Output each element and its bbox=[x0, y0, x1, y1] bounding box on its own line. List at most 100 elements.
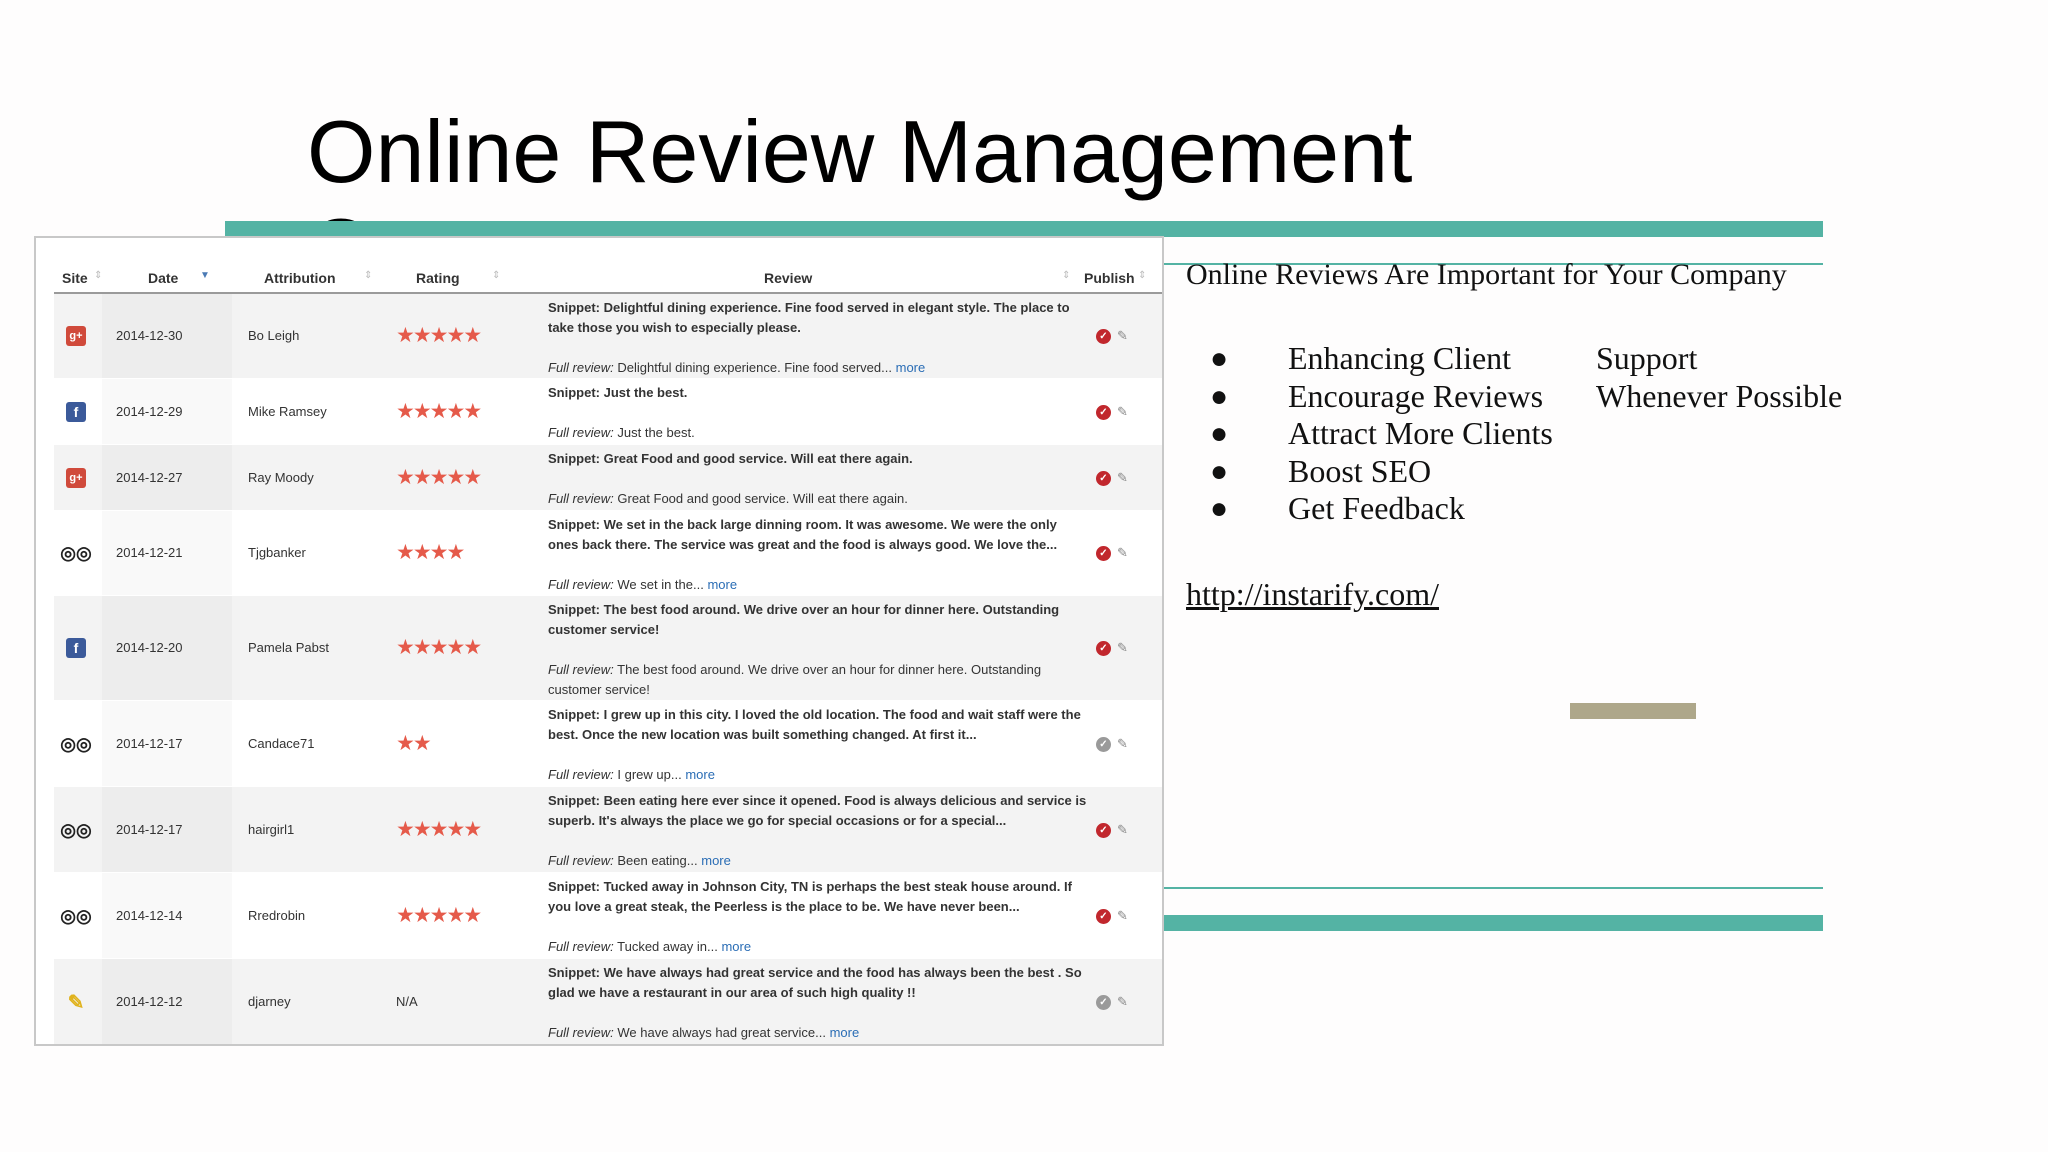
attribution-cell: Rredrobin bbox=[248, 908, 306, 923]
rating-stars: ★★★★ bbox=[396, 540, 465, 565]
table-row[interactable]: ◎◎ 2014-12-14 Rredrobin ★★★★★ Snippet: Tucke… bbox=[54, 873, 1162, 959]
header-publish[interactable]: Publish bbox=[1084, 270, 1135, 286]
right-heading: Online Reviews Are Important for Your Co… bbox=[1186, 258, 1787, 291]
star-icon: ★ bbox=[412, 904, 432, 927]
star-icon: ★ bbox=[412, 466, 432, 489]
full-review: Full review: Been eating... more bbox=[548, 851, 1088, 871]
star-icon: ★ bbox=[463, 466, 482, 489]
edit-pencil-icon[interactable]: ✎ bbox=[1117, 908, 1128, 924]
publish-cell: ✓ ✎ bbox=[1096, 908, 1128, 924]
date-cell: 2014-12-14 bbox=[116, 908, 183, 923]
rating-stars: ★★★★★ bbox=[396, 635, 482, 660]
publish-check-icon[interactable]: ✓ bbox=[1096, 404, 1111, 420]
star-icon: ★ bbox=[463, 904, 482, 927]
full-review: Full review: Great Food and good service… bbox=[548, 489, 1088, 509]
full-review-label: Full review: bbox=[548, 1025, 614, 1040]
facebook-icon: f bbox=[66, 638, 86, 658]
full-review-text: Been eating... bbox=[617, 853, 698, 868]
publish-check-icon[interactable]: ✓ bbox=[1096, 908, 1111, 924]
publish-check-icon[interactable]: ✓ bbox=[1096, 640, 1111, 656]
publish-check-icon[interactable]: ✓ bbox=[1096, 994, 1111, 1010]
sort-icon[interactable]: ⇕ bbox=[364, 270, 372, 281]
publish-check-icon[interactable]: ✓ bbox=[1096, 822, 1111, 838]
review-cell: Snippet: We have always had great servic… bbox=[548, 963, 1088, 1043]
edit-pencil-icon[interactable]: ✎ bbox=[1117, 736, 1128, 752]
review-cell: Snippet: Great Food and good service. Wi… bbox=[548, 449, 1088, 509]
more-link[interactable]: more bbox=[685, 767, 715, 782]
header-review[interactable]: Review bbox=[764, 270, 812, 286]
more-link[interactable]: more bbox=[721, 939, 751, 954]
table-row[interactable]: g+ 2014-12-30 Bo Leigh ★★★★★ Snippet: Deligh… bbox=[54, 294, 1162, 379]
star-icon: ★ bbox=[463, 324, 482, 347]
publish-cell: ✓ ✎ bbox=[1096, 545, 1128, 561]
star-icon: ★ bbox=[396, 466, 415, 489]
more-link[interactable]: more bbox=[707, 577, 737, 592]
table-row[interactable]: ◎◎ 2014-12-17 hairgirl1 ★★★★★ Snippet: Been … bbox=[54, 787, 1162, 873]
sort-desc-icon[interactable]: ▼ bbox=[200, 270, 210, 281]
edit-pencil-icon[interactable]: ✎ bbox=[1117, 640, 1128, 656]
review-snippet: Snippet: I grew up in this city. I loved… bbox=[548, 707, 1081, 742]
full-review: Full review: We have always had great se… bbox=[548, 1023, 1088, 1043]
edit-pencil-icon[interactable]: ✎ bbox=[1117, 822, 1128, 838]
bullet-icon: ● bbox=[1210, 417, 1229, 450]
table-row[interactable]: ✎ 2014-12-12 djarney N/A Snippet: We have al… bbox=[54, 959, 1162, 1044]
more-link[interactable]: more bbox=[830, 1025, 860, 1040]
table-row[interactable]: ◎◎ 2014-12-21 Tjgbanker ★★★★ Snippet: We set… bbox=[54, 511, 1162, 596]
table-row[interactable]: f 2014-12-29 Mike Ramsey ★★★★★ Snippet: Just… bbox=[54, 379, 1162, 445]
date-cell: 2014-12-20 bbox=[116, 640, 183, 655]
attribution-cell: Tjgbanker bbox=[248, 545, 306, 560]
edit-pencil-icon[interactable]: ✎ bbox=[1117, 404, 1128, 420]
edit-pencil-icon[interactable]: ✎ bbox=[1117, 994, 1128, 1010]
table-row[interactable]: ◎◎ 2014-12-17 Candace71 ★★ Snippet: I grew u… bbox=[54, 701, 1162, 787]
header-site[interactable]: Site bbox=[62, 270, 88, 286]
star-icon: ★ bbox=[446, 400, 465, 423]
header-rating[interactable]: Rating bbox=[416, 270, 460, 286]
table-row[interactable]: g+ 2014-12-27 Ray Moody ★★★★★ Snippet: Great… bbox=[54, 445, 1162, 511]
header-date[interactable]: Date bbox=[148, 270, 178, 286]
date-cell: 2014-12-29 bbox=[116, 404, 183, 419]
star-icon: ★ bbox=[446, 818, 465, 841]
more-link[interactable]: more bbox=[701, 853, 731, 868]
date-cell: 2014-12-30 bbox=[116, 328, 183, 343]
sort-icon[interactable]: ⇕ bbox=[1062, 270, 1070, 281]
full-review-text: The best food around. We drive over an h… bbox=[548, 662, 1042, 697]
rating-stars: ★★★★★ bbox=[396, 399, 482, 424]
star-icon: ★ bbox=[446, 541, 465, 564]
publish-check-icon[interactable]: ✓ bbox=[1096, 470, 1111, 486]
edit-pencil-icon[interactable]: ✎ bbox=[1117, 545, 1128, 561]
publish-check-icon[interactable]: ✓ bbox=[1096, 328, 1111, 344]
table-row[interactable]: f 2014-12-20 Pamela Pabst ★★★★★ Snippet: The… bbox=[54, 596, 1162, 701]
date-cell: 2014-12-27 bbox=[116, 470, 183, 485]
tripadvisor-icon: ◎◎ bbox=[60, 542, 92, 563]
bullet-icon: ● bbox=[1210, 342, 1229, 375]
full-review-text: I grew up... bbox=[617, 767, 682, 782]
website-link[interactable]: http://instarify.com/ bbox=[1186, 576, 1439, 613]
full-review-label: Full review: bbox=[548, 491, 614, 506]
table-body: g+ 2014-12-30 Bo Leigh ★★★★★ Snippet: Deligh… bbox=[54, 294, 1162, 1044]
star-icon: ★ bbox=[446, 636, 465, 659]
star-icon: ★ bbox=[412, 541, 432, 564]
attribution-cell: hairgirl1 bbox=[248, 822, 295, 837]
publish-cell: ✓ ✎ bbox=[1096, 822, 1128, 838]
publish-cell: ✓ ✎ bbox=[1096, 640, 1128, 656]
star-icon: ★ bbox=[429, 818, 449, 841]
sort-icon[interactable]: ⇕ bbox=[492, 270, 500, 281]
rating-stars: ★★★★★ bbox=[396, 323, 482, 348]
review-cell: Snippet: Delightful dining experience. F… bbox=[548, 298, 1088, 378]
star-icon: ★ bbox=[446, 324, 465, 347]
top-accent-bar bbox=[225, 221, 1823, 237]
sort-icon[interactable]: ⇕ bbox=[1138, 270, 1146, 281]
edit-pencil-icon[interactable]: ✎ bbox=[1117, 328, 1128, 344]
sort-icon[interactable]: ⇕ bbox=[94, 270, 102, 281]
date-cell: 2014-12-17 bbox=[116, 736, 183, 751]
table-header: Site ⇕ Date ▼ Attribution ⇕ Rating ⇕ Rev… bbox=[54, 262, 1162, 294]
publish-check-icon[interactable]: ✓ bbox=[1096, 545, 1111, 561]
publish-check-icon[interactable]: ✓ bbox=[1096, 736, 1111, 752]
date-cell: 2014-12-21 bbox=[116, 545, 183, 560]
more-link[interactable]: more bbox=[896, 360, 926, 375]
edit-pencil-icon[interactable]: ✎ bbox=[1117, 470, 1128, 486]
review-cell: Snippet: Been eating here ever since it … bbox=[548, 791, 1088, 871]
header-attribution[interactable]: Attribution bbox=[264, 270, 336, 286]
attribution-cell: Pamela Pabst bbox=[248, 640, 329, 655]
review-cell: Snippet: We set in the back large dinnin… bbox=[548, 515, 1088, 595]
